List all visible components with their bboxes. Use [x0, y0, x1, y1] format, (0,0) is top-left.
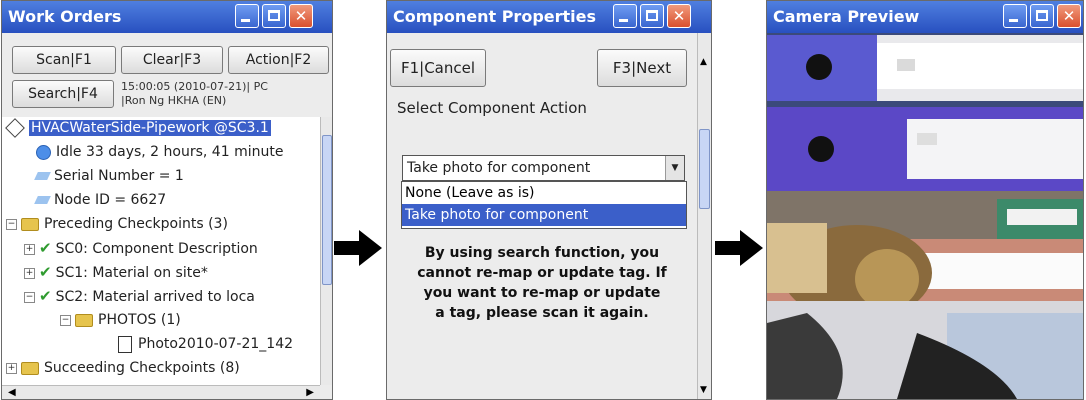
timestamp-line: 15:00:05 (2010-07-21)| PC: [121, 80, 268, 93]
cancel-button[interactable]: F1|Cancel: [390, 49, 486, 87]
folder-icon: [75, 313, 93, 327]
component-action-dropdown: None (Leave as is) Take photo for compon…: [401, 181, 687, 229]
tree-sc2-label: SC2: Material arrived to loca: [55, 289, 255, 305]
clock-icon: [36, 144, 51, 160]
collapse-icon[interactable]: −: [60, 314, 71, 326]
tree-preceding-label: Preceding Checkpoints (3): [44, 216, 228, 232]
tree-sc0[interactable]: + ✔ SC0: Component Description: [24, 237, 258, 259]
warning-line: cannot re-map or update tag. If: [417, 265, 667, 281]
tree-horizontal-scrollbar[interactable]: ◀ ▶: [2, 385, 320, 399]
collapse-icon[interactable]: −: [24, 291, 35, 303]
user-line: |Ron Ng HKHA (EN): [121, 94, 227, 107]
camera-preview-window: Camera Preview ✕: [766, 0, 1084, 400]
close-icon: ✕: [294, 7, 308, 25]
component-properties-window: Component Properties ✕ F1|Cancel F3|Next…: [386, 0, 712, 400]
tree-photos-label: PHOTOS (1): [98, 312, 181, 328]
checkmark-icon: ✔: [39, 239, 52, 257]
tag-icon: [34, 196, 51, 204]
tag-icon: [34, 172, 51, 180]
tree-node-label: Node ID = 6627: [54, 192, 167, 208]
scroll-thumb[interactable]: [322, 135, 332, 285]
tree-root[interactable]: HVACWaterSide-Pipework @SC3.1: [5, 117, 271, 139]
tree-succeeding-label: Succeeding Checkpoints (8): [44, 360, 240, 376]
search-warning: By using search function, you cannot re-…: [387, 243, 697, 323]
component-properties-titlebar[interactable]: Component Properties ✕: [387, 1, 711, 33]
scroll-thumb[interactable]: [699, 129, 710, 209]
tree-idle-label: Idle 33 days, 2 hours, 41 minute: [56, 144, 284, 160]
close-button[interactable]: ✕: [1057, 4, 1081, 28]
scan-button[interactable]: Scan|F1: [12, 46, 116, 74]
checkmark-icon: ✔: [39, 287, 52, 305]
work-orders-window: Work Orders ✕ Scan|F1 Clear|F3 Action|F2…: [1, 0, 333, 400]
maximize-button[interactable]: [1030, 4, 1054, 28]
maximize-button[interactable]: [262, 4, 286, 28]
maximize-button[interactable]: [640, 4, 664, 28]
search-button[interactable]: Search|F4: [12, 80, 114, 108]
window-title: Component Properties: [393, 7, 597, 26]
expand-icon[interactable]: +: [24, 267, 35, 279]
tree-serial[interactable]: Serial Number = 1: [34, 165, 184, 187]
minimize-button[interactable]: [613, 4, 637, 28]
action-label: Select Component Action: [397, 99, 587, 117]
scroll-left-icon[interactable]: ◀: [8, 386, 16, 399]
chevron-down-icon[interactable]: ▼: [665, 156, 684, 180]
tree-photo-file-label: Photo2010-07-21_142: [138, 336, 294, 352]
camera-preview-titlebar[interactable]: Camera Preview ✕: [767, 1, 1083, 33]
minimize-icon: [1009, 19, 1018, 22]
option-take-photo[interactable]: Take photo for component: [402, 204, 686, 226]
close-icon: ✕: [672, 7, 686, 25]
folder-icon: [21, 361, 39, 375]
expand-icon[interactable]: +: [6, 362, 17, 374]
clear-button[interactable]: Clear|F3: [121, 46, 223, 74]
warning-line: a tag, please scan it again.: [435, 305, 649, 321]
combo-value: Take photo for component: [407, 160, 591, 176]
window-title: Camera Preview: [773, 7, 920, 26]
camera-preview-image: [767, 33, 1083, 399]
work-orders-titlebar[interactable]: Work Orders ✕: [2, 1, 332, 33]
tree-sc0-label: SC0: Component Description: [55, 241, 258, 257]
tree-photos[interactable]: − PHOTOS (1): [60, 309, 181, 331]
tree-preceding[interactable]: − Preceding Checkpoints (3): [6, 213, 228, 235]
close-button[interactable]: ✕: [289, 4, 313, 28]
tree-vertical-scrollbar[interactable]: [320, 117, 332, 385]
tree-sc2[interactable]: − ✔ SC2: Material arrived to loca: [24, 285, 255, 307]
vertical-scrollbar[interactable]: ▲ ▼: [697, 33, 711, 399]
scroll-right-icon[interactable]: ▶: [306, 386, 314, 399]
maximize-icon: [1036, 10, 1048, 21]
next-button[interactable]: F3|Next: [597, 49, 687, 87]
option-none[interactable]: None (Leave as is): [402, 182, 686, 204]
document-icon: [118, 335, 132, 353]
tree-succeeding[interactable]: + Succeeding Checkpoints (8): [6, 357, 240, 379]
flow-arrow-icon: [715, 230, 763, 266]
tree-photo-file[interactable]: Photo2010-07-21_142: [118, 333, 293, 355]
warning-line: you want to re-map or update: [423, 285, 661, 301]
minimize-icon: [241, 19, 250, 22]
component-icon: [5, 118, 25, 138]
tree-sc1[interactable]: + ✔ SC1: Material on site*: [24, 261, 208, 283]
work-order-tree: HVACWaterSide-Pipework @SC3.1 Idle 33 da…: [2, 117, 320, 385]
maximize-icon: [268, 10, 280, 21]
close-icon: ✕: [1062, 7, 1076, 25]
flow-arrow-icon: [334, 230, 382, 266]
scroll-down-icon[interactable]: ▼: [700, 385, 707, 395]
tree-idle[interactable]: Idle 33 days, 2 hours, 41 minute: [36, 141, 283, 163]
expand-icon[interactable]: +: [24, 243, 35, 255]
warning-line: By using search function, you: [424, 245, 660, 261]
folder-icon: [21, 217, 39, 231]
close-button[interactable]: ✕: [667, 4, 691, 28]
minimize-icon: [619, 19, 628, 22]
minimize-button[interactable]: [235, 4, 259, 28]
tree-root-label: HVACWaterSide-Pipework @SC3.1: [29, 120, 271, 136]
action-button[interactable]: Action|F2: [228, 46, 329, 74]
tree-sc1-label: SC1: Material on site*: [55, 265, 208, 281]
collapse-icon[interactable]: −: [6, 218, 17, 230]
maximize-icon: [646, 10, 658, 21]
tree-serial-label: Serial Number = 1: [54, 168, 184, 184]
minimize-button[interactable]: [1003, 4, 1027, 28]
tree-node[interactable]: Node ID = 6627: [34, 189, 167, 211]
window-title: Work Orders: [8, 7, 122, 26]
scroll-up-icon[interactable]: ▲: [700, 57, 707, 67]
component-action-select[interactable]: Take photo for component ▼: [402, 155, 685, 181]
checkmark-icon: ✔: [39, 263, 52, 281]
